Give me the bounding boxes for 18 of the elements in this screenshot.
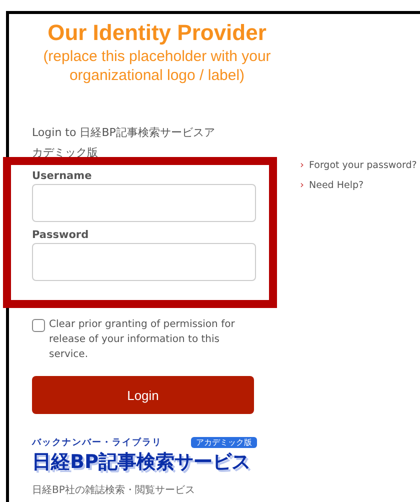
input-field[interactable] [32, 184, 256, 222]
service-logo-name: 日経BP記事検索サービス [32, 450, 252, 475]
login-button[interactable]: Login [32, 376, 254, 414]
field-label: Password [32, 229, 90, 241]
logo-title: Our Identity Provider [46, 20, 268, 46]
help-link[interactable]: Forgot your password? [309, 160, 417, 171]
checkbox[interactable] [32, 319, 45, 332]
help-link[interactable]: Need Help? [309, 180, 364, 191]
input-field[interactable] [32, 243, 256, 281]
chevron-icon: › [300, 180, 304, 191]
logo-tagline: バックナンバー・ライブラリ [32, 436, 162, 449]
chevron-icon: › [300, 160, 304, 171]
logo-subtitle: (replace this placeholder with your organizational logo / label) [42, 47, 272, 85]
service-caption: 日経BP社の雑誌検索・閲覧サービス [32, 484, 196, 497]
login-intro: Login to 日経BP記事検索サービスアカデミック版 [32, 125, 216, 161]
logo-badge: アカデミック版 [191, 437, 257, 448]
field-label: Username [32, 170, 93, 182]
checkbox-label: Clear prior granting of permission for release of your information to this service. [49, 318, 236, 362]
